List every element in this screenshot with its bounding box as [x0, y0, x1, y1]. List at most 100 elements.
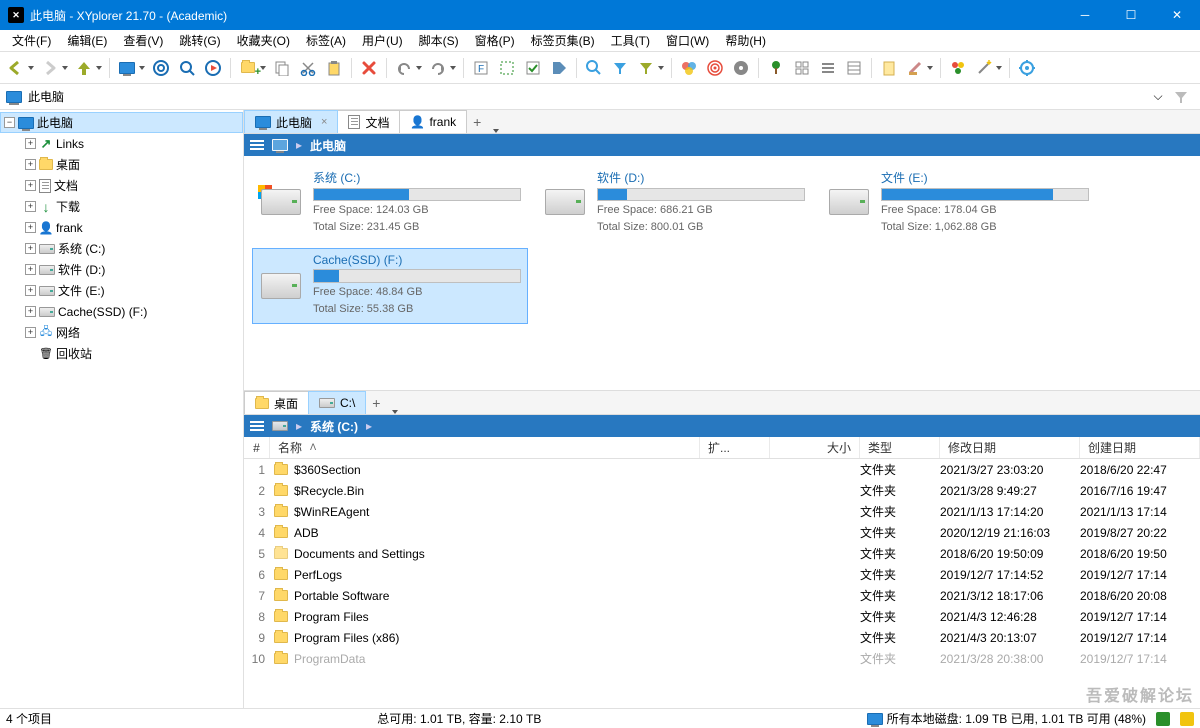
- check-button[interactable]: [521, 56, 545, 80]
- tree-item[interactable]: +Links: [0, 133, 243, 154]
- view-grid-button[interactable]: [790, 56, 814, 80]
- cut-button[interactable]: [296, 56, 320, 80]
- menu-item[interactable]: 跳转(G): [171, 30, 228, 51]
- filter-icon[interactable]: [1174, 90, 1194, 104]
- list-row[interactable]: 4 ADB 文件夹 2020/12/19 21:16:03 2019/8/27 …: [244, 522, 1200, 543]
- up-button[interactable]: [72, 56, 104, 80]
- tree-pane[interactable]: − 此电脑 +Links+桌面+文档+下载+frank+系统 (C:)+软件 (…: [0, 110, 244, 708]
- tab[interactable]: 桌面: [244, 391, 309, 414]
- tree-item[interactable]: +系统 (C:): [0, 238, 243, 259]
- col-type[interactable]: 类型: [860, 437, 940, 458]
- list-row[interactable]: 3 $WinREAgent 文件夹 2021/1/13 17:14:20 202…: [244, 501, 1200, 522]
- col-name[interactable]: 名称: [270, 437, 700, 458]
- list-row[interactable]: 7 Portable Software 文件夹 2021/3/12 18:17:…: [244, 585, 1200, 606]
- menu-item[interactable]: 用户(U): [354, 30, 411, 51]
- tab-dropdown[interactable]: [387, 410, 403, 414]
- hamburger-icon[interactable]: [250, 421, 264, 431]
- menu-item[interactable]: 脚本(S): [411, 30, 467, 51]
- view-list-button[interactable]: [842, 56, 866, 80]
- tree-item[interactable]: +文件 (E:): [0, 280, 243, 301]
- tree-item[interactable]: +网络: [0, 322, 243, 343]
- undo-button[interactable]: [392, 56, 424, 80]
- view-details-button[interactable]: [816, 56, 840, 80]
- tab[interactable]: C:\: [308, 391, 366, 414]
- maximize-button[interactable]: ☐: [1108, 0, 1154, 30]
- disc-button[interactable]: [729, 56, 753, 80]
- col-mod[interactable]: 修改日期: [940, 437, 1080, 458]
- tree-item[interactable]: +下载: [0, 196, 243, 217]
- drive-tile[interactable]: 系统 (C:) Free Space: 124.03 GB Total Size…: [252, 164, 528, 240]
- tree-item[interactable]: +文档: [0, 175, 243, 196]
- tree-root[interactable]: − 此电脑: [0, 112, 243, 133]
- menu-item[interactable]: 收藏夹(O): [229, 30, 298, 51]
- drive-tile[interactable]: 软件 (D:) Free Space: 686.21 GB Total Size…: [536, 164, 812, 240]
- expand-icon[interactable]: +: [25, 138, 36, 149]
- expand-icon[interactable]: +: [25, 201, 36, 212]
- palette-button[interactable]: [946, 56, 970, 80]
- forward-button[interactable]: [38, 56, 70, 80]
- drive-tile[interactable]: 文件 (E:) Free Space: 178.04 GB Total Size…: [820, 164, 1096, 240]
- filter-color-button[interactable]: [634, 56, 666, 80]
- menu-item[interactable]: 标签(A): [298, 30, 354, 51]
- tab-add[interactable]: +: [365, 392, 387, 414]
- paste-button[interactable]: [322, 56, 346, 80]
- copy-button[interactable]: [270, 56, 294, 80]
- list-row[interactable]: 8 Program Files 文件夹 2021/4/3 12:46:28 20…: [244, 606, 1200, 627]
- tree-item[interactable]: 回收站: [0, 343, 243, 364]
- hamburger-icon[interactable]: [250, 140, 264, 150]
- tab[interactable]: frank: [399, 110, 467, 133]
- redo-button[interactable]: [426, 56, 458, 80]
- clean-button[interactable]: [903, 56, 935, 80]
- expand-icon[interactable]: +: [25, 243, 36, 254]
- tab-dropdown[interactable]: [488, 129, 504, 133]
- play-button[interactable]: [201, 56, 225, 80]
- crumb-text[interactable]: 系统 (C:): [310, 418, 358, 435]
- spiral-button[interactable]: [703, 56, 727, 80]
- new-folder-button[interactable]: +: [236, 56, 268, 80]
- properties-button[interactable]: F: [469, 56, 493, 80]
- menu-item[interactable]: 窗格(P): [467, 30, 523, 51]
- tree-item[interactable]: +frank: [0, 217, 243, 238]
- tree-item[interactable]: +桌面: [0, 154, 243, 175]
- color-filter-button[interactable]: [677, 56, 701, 80]
- tab-add[interactable]: +: [466, 111, 488, 133]
- tag-button[interactable]: [547, 56, 571, 80]
- wand-button[interactable]: [972, 56, 1004, 80]
- col-ext[interactable]: 扩...: [700, 437, 770, 458]
- menu-item[interactable]: 编辑(E): [59, 30, 115, 51]
- select-button[interactable]: [495, 56, 519, 80]
- address-dropdown[interactable]: ⌵: [1148, 89, 1168, 104]
- tab[interactable]: 此电脑×: [244, 110, 338, 133]
- tree-button[interactable]: [764, 56, 788, 80]
- col-size[interactable]: 大小: [770, 437, 860, 458]
- settings-button[interactable]: [1015, 56, 1039, 80]
- col-cre[interactable]: 创建日期: [1080, 437, 1200, 458]
- expand-icon[interactable]: +: [25, 264, 36, 275]
- list-row[interactable]: 9 Program Files (x86) 文件夹 2021/4/3 20:13…: [244, 627, 1200, 648]
- expand-icon[interactable]: +: [25, 222, 36, 233]
- list-row[interactable]: 2 $Recycle.Bin 文件夹 2021/3/28 9:49:27 201…: [244, 480, 1200, 501]
- menu-item[interactable]: 帮助(H): [717, 30, 774, 51]
- close-button[interactable]: ✕: [1154, 0, 1200, 30]
- expand-icon[interactable]: [25, 348, 36, 359]
- close-icon[interactable]: ×: [321, 116, 327, 128]
- minimize-button[interactable]: ─: [1062, 0, 1108, 30]
- notes-button[interactable]: [877, 56, 901, 80]
- computer-button[interactable]: [115, 56, 147, 80]
- menu-item[interactable]: 标签页集(B): [523, 30, 603, 51]
- collapse-icon[interactable]: −: [4, 117, 15, 128]
- list-body[interactable]: 1 $360Section 文件夹 2021/3/27 23:03:20 201…: [244, 459, 1200, 708]
- expand-icon[interactable]: +: [25, 327, 36, 338]
- tree-item[interactable]: +软件 (D:): [0, 259, 243, 280]
- expand-icon[interactable]: +: [25, 285, 36, 296]
- expand-icon[interactable]: +: [25, 306, 36, 317]
- list-row[interactable]: 1 $360Section 文件夹 2021/3/27 23:03:20 201…: [244, 459, 1200, 480]
- menu-item[interactable]: 窗口(W): [658, 30, 717, 51]
- menu-item[interactable]: 文件(F): [4, 30, 59, 51]
- address-text[interactable]: 此电脑: [28, 88, 1142, 105]
- drive-tile[interactable]: Cache(SSD) (F:) Free Space: 48.84 GB Tot…: [252, 248, 528, 324]
- list-row[interactable]: 6 PerfLogs 文件夹 2019/12/7 17:14:52 2019/1…: [244, 564, 1200, 585]
- col-num[interactable]: #: [244, 437, 270, 458]
- find-button[interactable]: [582, 56, 606, 80]
- menu-item[interactable]: 查看(V): [115, 30, 171, 51]
